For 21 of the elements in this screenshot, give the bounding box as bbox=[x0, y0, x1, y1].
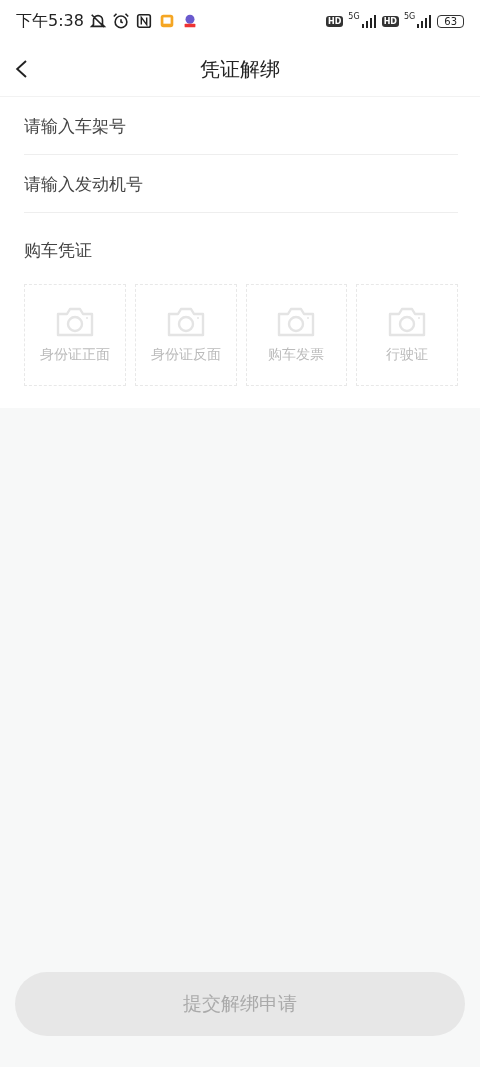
photo-upload-tile[interactable]: 身份证正面 bbox=[24, 284, 126, 386]
camera-icon bbox=[276, 306, 317, 338]
hd-indicator: HD bbox=[381, 15, 399, 27]
photo-upload-tile[interactable]: 身份证反面 bbox=[134, 284, 237, 386]
alarm-clock-icon bbox=[111, 12, 130, 30]
page-title: 凭证解绑 bbox=[200, 55, 280, 83]
camera-icon bbox=[165, 306, 206, 338]
battery-indicator: 63 bbox=[437, 14, 464, 28]
camera-icon bbox=[387, 306, 428, 338]
photo-upload-tile[interactable]: 行驶证 bbox=[356, 284, 458, 386]
network-type: 5G bbox=[348, 12, 360, 21]
network-type: 5G bbox=[403, 12, 416, 21]
photo-upload-tile[interactable]: 购车发票 bbox=[245, 284, 348, 386]
section-title: 购车凭证 bbox=[24, 239, 93, 262]
status-time: 下午5:38 bbox=[16, 10, 84, 32]
camera-icon bbox=[54, 306, 95, 338]
muted-bell-icon bbox=[88, 12, 107, 30]
signal-icon bbox=[416, 14, 433, 28]
hd-indicator: HD bbox=[326, 15, 344, 27]
nfc-icon bbox=[134, 12, 153, 30]
signal-icon bbox=[360, 14, 377, 28]
